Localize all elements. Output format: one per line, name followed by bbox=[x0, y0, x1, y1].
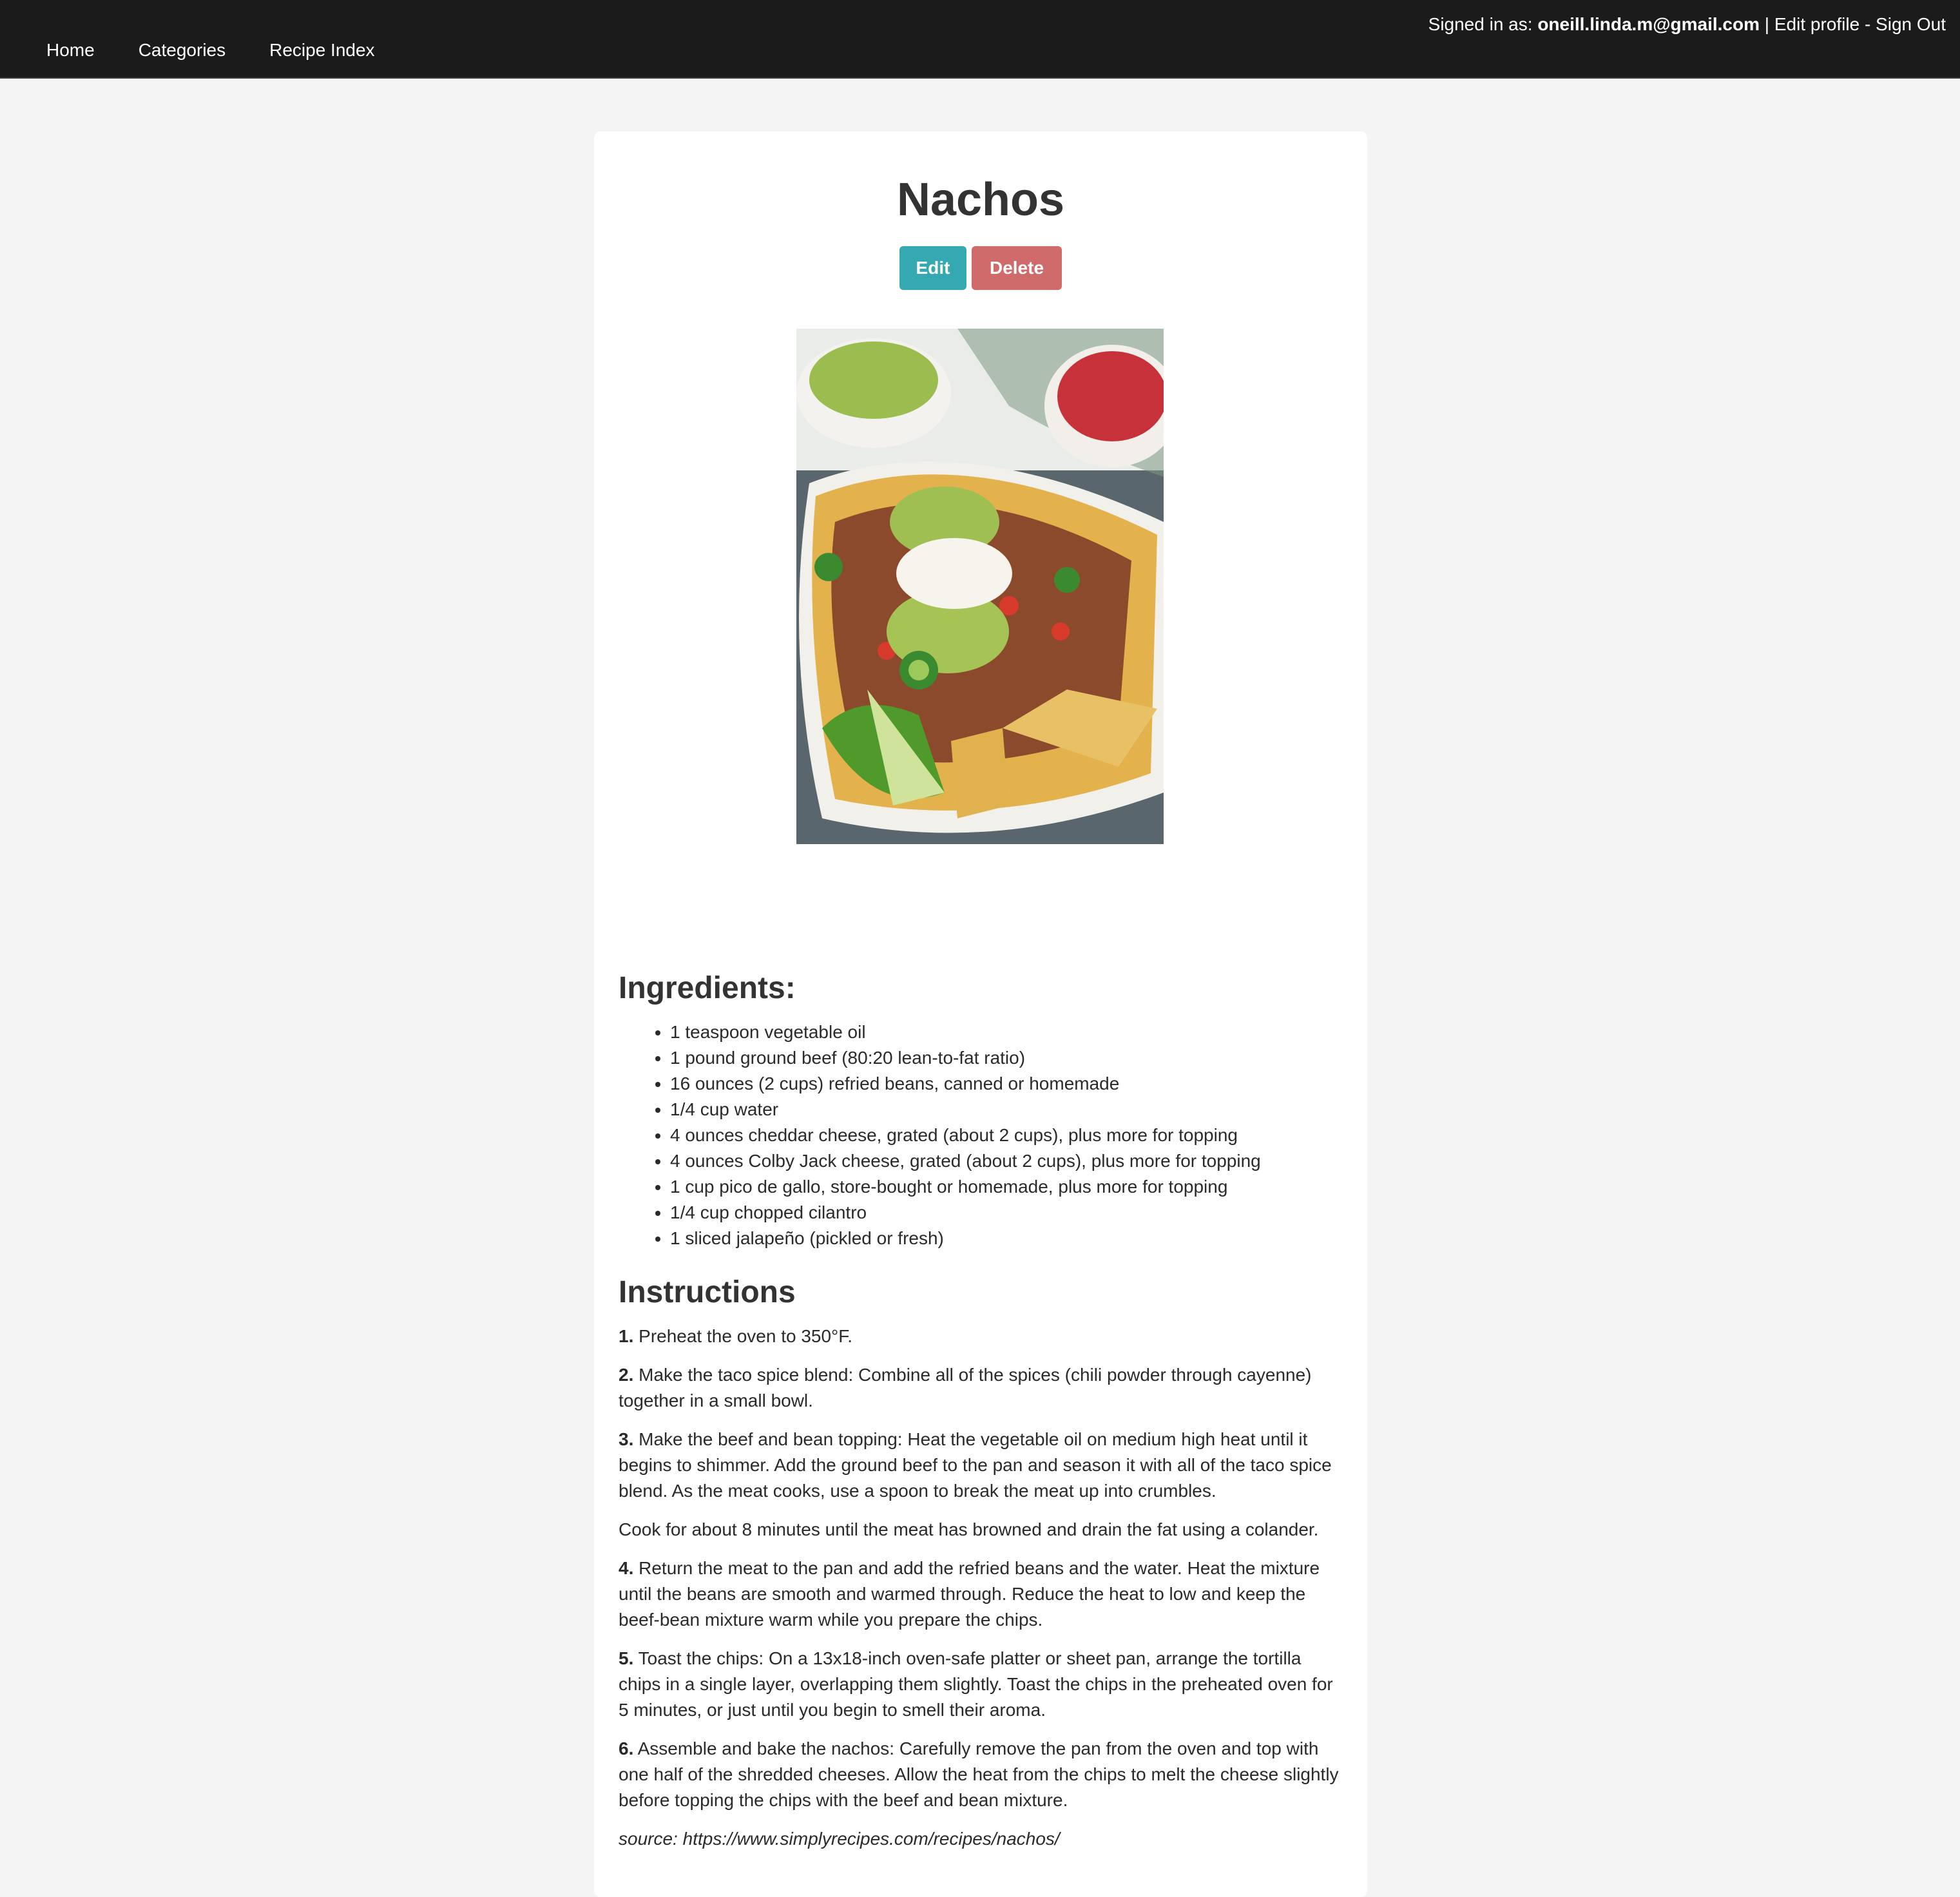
step-number: 6. bbox=[619, 1738, 634, 1758]
delete-button[interactable]: Delete bbox=[972, 246, 1062, 290]
instruction-step: 5. Toast the chips: On a 13x18-inch oven… bbox=[619, 1646, 1347, 1723]
recipe-title: Nachos bbox=[896, 174, 1065, 226]
ingredient-item: 1 teaspoon vegetable oil bbox=[670, 1019, 1392, 1045]
instructions-heading: Instructions bbox=[619, 1275, 796, 1309]
sign-out-link[interactable]: Sign Out bbox=[1876, 14, 1946, 34]
nachos-image bbox=[796, 329, 1164, 844]
recipe-source: source: https://www.simplyrecipes.com/re… bbox=[619, 1826, 1347, 1852]
ingredient-item: 1/4 cup chopped cilantro bbox=[670, 1200, 1392, 1226]
step-number: 4. bbox=[619, 1558, 634, 1578]
step-text: Make the beef and bean topping: Heat the… bbox=[619, 1429, 1332, 1501]
recipe-photo bbox=[796, 329, 1164, 844]
source-label: source: bbox=[619, 1829, 678, 1849]
step-number: 2. bbox=[619, 1365, 634, 1385]
step-text: Preheat the oven to 350°F. bbox=[639, 1326, 853, 1346]
step-text: Return the meat to the pan and add the r… bbox=[619, 1558, 1320, 1630]
ingredients-list: 1 teaspoon vegetable oil 1 pound ground … bbox=[619, 1019, 1392, 1251]
step-number: 1. bbox=[619, 1326, 634, 1346]
user-email: oneill.linda.m@gmail.com bbox=[1537, 14, 1760, 34]
ingredient-item: 1 sliced jalapeño (pickled or fresh) bbox=[670, 1226, 1392, 1251]
edit-button[interactable]: Edit bbox=[899, 246, 966, 290]
ingredient-item: 1/4 cup water bbox=[670, 1097, 1392, 1122]
ingredient-item: 1 cup pico de gallo, store-bought or hom… bbox=[670, 1174, 1392, 1200]
nav-categories-link[interactable]: Categories bbox=[139, 40, 226, 61]
step-number: 3. bbox=[619, 1429, 634, 1449]
step-text: Cook for about 8 minutes until the meat … bbox=[619, 1519, 1319, 1539]
separator: | bbox=[1764, 14, 1770, 34]
instruction-step: 1. Preheat the oven to 350°F. bbox=[619, 1324, 1347, 1349]
instructions-list: 1. Preheat the oven to 350°F. 2. Make th… bbox=[619, 1324, 1347, 1865]
nav-recipe-index-link[interactable]: Recipe Index bbox=[269, 40, 374, 61]
signed-in-label: Signed in as: bbox=[1428, 14, 1533, 34]
step-text: Toast the chips: On a 13x18-inch oven-sa… bbox=[619, 1648, 1333, 1720]
source-url: https://www.simplyrecipes.com/recipes/na… bbox=[682, 1829, 1060, 1849]
recipe-card: Nachos Edit Delete Ingredients: • 1 teas… bbox=[594, 131, 1367, 1897]
nav-home-link[interactable]: Home bbox=[46, 40, 95, 61]
instruction-step: 4. Return the meat to the pan and add th… bbox=[619, 1555, 1347, 1633]
dash-separator: - bbox=[1864, 14, 1871, 34]
ingredient-item: 16 ounces (2 cups) refried beans, canned… bbox=[670, 1071, 1392, 1097]
ingredient-item: 1 pound ground beef (80:20 lean-to-fat r… bbox=[670, 1045, 1392, 1071]
step-text: Make the taco spice blend: Combine all o… bbox=[619, 1365, 1312, 1411]
instruction-step: 6. Assemble and bake the nachos: Careful… bbox=[619, 1736, 1347, 1813]
user-status: Signed in as: oneill.linda.m@gmail.com |… bbox=[1428, 14, 1946, 35]
instruction-step: Cook for about 8 minutes until the meat … bbox=[619, 1517, 1347, 1543]
step-number: 5. bbox=[619, 1648, 634, 1668]
edit-profile-link[interactable]: Edit profile bbox=[1774, 14, 1859, 34]
instruction-step: 2. Make the taco spice blend: Combine al… bbox=[619, 1362, 1347, 1414]
ingredients-heading: Ingredients: bbox=[619, 971, 796, 1005]
top-navbar: Home Categories Recipe Index Signed in a… bbox=[0, 0, 1960, 79]
main-nav: Home Categories Recipe Index bbox=[46, 40, 375, 61]
step-text: Assemble and bake the nachos: Carefully … bbox=[619, 1738, 1339, 1810]
instruction-step: 3. Make the beef and bean topping: Heat … bbox=[619, 1427, 1347, 1504]
ingredient-item: 4 ounces cheddar cheese, grated (about 2… bbox=[670, 1122, 1392, 1148]
ingredient-item: 4 ounces Colby Jack cheese, grated (abou… bbox=[670, 1148, 1392, 1174]
